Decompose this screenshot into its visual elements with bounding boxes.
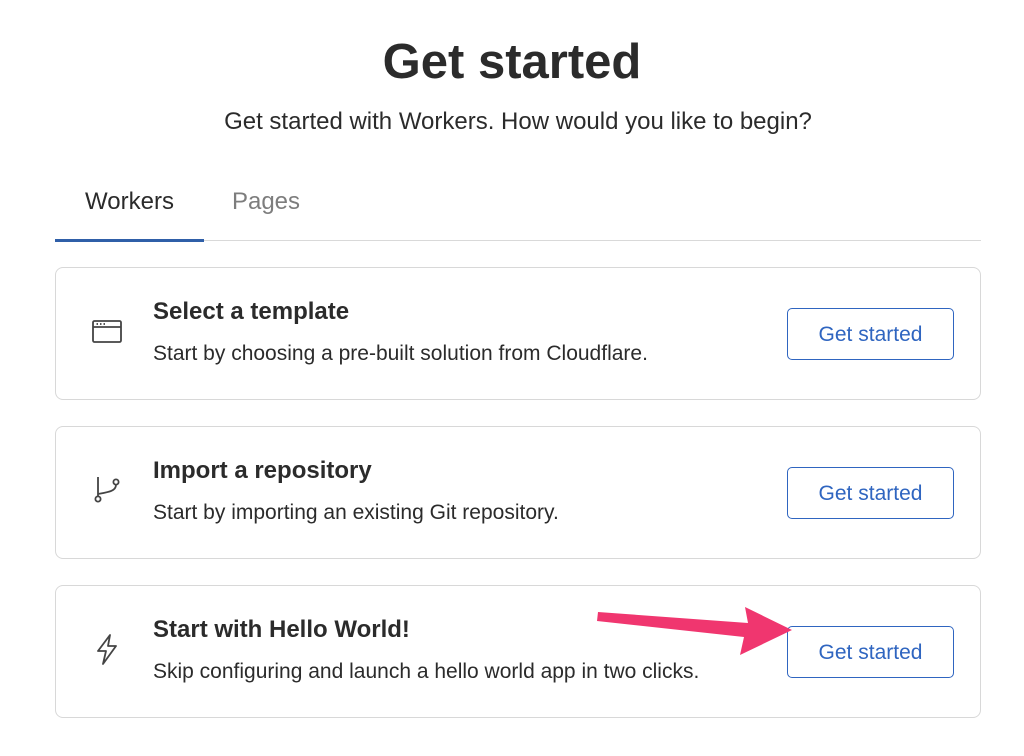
- card-title: Start with Hello World!: [153, 616, 410, 643]
- git-branch-icon: [89, 472, 125, 508]
- card-select-template: Select a template Start by choosing a pr…: [55, 267, 981, 400]
- lightning-bolt-icon: [89, 631, 125, 667]
- tab-pages[interactable]: Pages: [225, 176, 307, 241]
- hello-world-get-started-button[interactable]: Get started: [787, 626, 954, 678]
- tab-bar: Workers Pages: [55, 176, 981, 242]
- card-description: Skip configuring and launch a hello worl…: [153, 660, 700, 683]
- select-template-get-started-button[interactable]: Get started: [787, 308, 954, 360]
- card-title: Select a template: [153, 298, 350, 325]
- card-description: Start by choosing a pre-built solution f…: [153, 342, 648, 365]
- card-title: Import a repository: [153, 457, 372, 484]
- card-description: Start by importing an existing Git repos…: [153, 501, 559, 524]
- card-import-repository: Import a repository Start by importing a…: [55, 426, 981, 559]
- tab-workers[interactable]: Workers: [55, 176, 204, 242]
- page-subtitle: Get started with Workers. How would you …: [224, 108, 812, 135]
- get-started-page: Get started Get started with Workers. Ho…: [0, 0, 1024, 756]
- browser-window-icon: [89, 313, 125, 349]
- card-hello-world: Start with Hello World! Skip configuring…: [55, 585, 981, 718]
- page-title: Get started: [382, 35, 642, 89]
- import-repository-get-started-button[interactable]: Get started: [787, 467, 954, 519]
